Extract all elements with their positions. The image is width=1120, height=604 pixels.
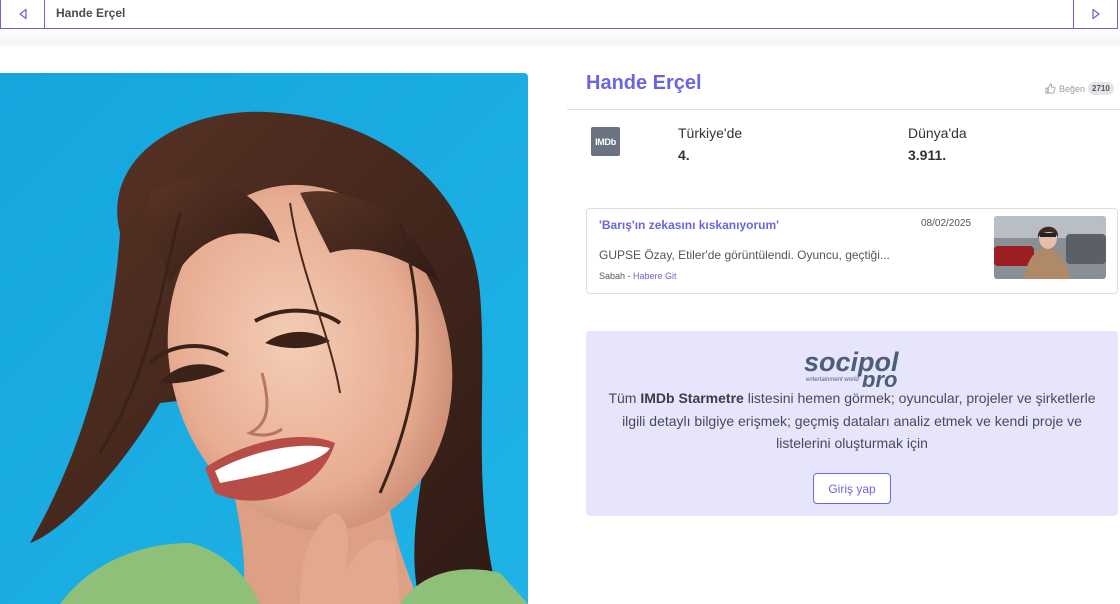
news-excerpt: GUPSE Özay, Etiler'de görüntülendi. Oyun…: [599, 248, 890, 262]
triangle-right-icon: [1091, 8, 1100, 20]
header-divider: [567, 109, 1120, 110]
like-label: Beğen: [1059, 83, 1086, 94]
person-name: Hande Erçel: [586, 72, 702, 94]
thumbs-up-icon: [1045, 83, 1056, 94]
news-title[interactable]: 'Barış'ın zekasını kıskanıyorum': [599, 218, 779, 232]
profile-photo: [0, 73, 528, 604]
news-source-line: Sabah - Habere Git: [599, 271, 677, 281]
news-source: Sabah: [599, 271, 626, 281]
login-button[interactable]: Giriş yap: [813, 473, 891, 504]
promo-description: Tüm IMDb Starmetre listesini hemen görme…: [600, 387, 1104, 455]
promo-text-prefix: Tüm: [608, 390, 641, 406]
svg-text:entertainment world: entertainment world: [806, 377, 859, 383]
promo-text-highlight: IMDb Starmetre: [640, 390, 744, 406]
previous-button[interactable]: [1, 0, 45, 28]
imdb-logo: IMDb: [591, 127, 620, 156]
world-rank-label: Dünya'da: [908, 125, 967, 141]
triangle-left-icon: [18, 8, 27, 20]
top-nav-bar: Hande Erçel: [0, 0, 1118, 29]
turkey-rank-label: Türkiye'de: [678, 125, 743, 141]
news-thumbnail[interactable]: [994, 216, 1106, 279]
socipol-pro-promo: socipol entertainment world pro Tüm IMDb…: [586, 331, 1118, 516]
turkey-rank-value: 4.: [678, 147, 690, 163]
news-date: 08/02/2025: [921, 218, 972, 229]
socipol-pro-logo: socipol entertainment world pro: [804, 343, 924, 392]
news-card[interactable]: 'Barış'ın zekasını kıskanıyorum' 08/02/2…: [586, 208, 1118, 294]
header-shadow: [0, 29, 1120, 47]
world-rank-value: 3.911.: [908, 147, 947, 163]
like-count-badge: 2710: [1088, 82, 1114, 95]
svg-text:pro: pro: [861, 367, 897, 387]
read-news-link[interactable]: Habere Git: [633, 271, 677, 281]
top-bar-title: Hande Erçel: [56, 6, 126, 20]
next-button[interactable]: [1073, 0, 1117, 28]
news-source-separator: -: [625, 271, 634, 281]
like-button[interactable]: Beğen 2710: [1045, 82, 1114, 95]
